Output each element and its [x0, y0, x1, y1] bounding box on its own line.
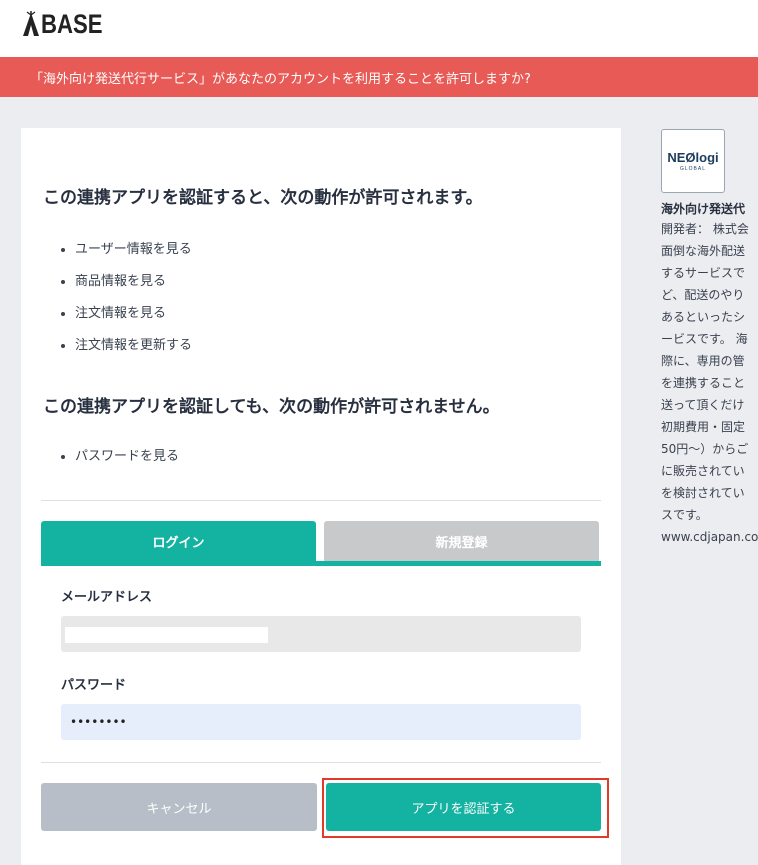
email-value-redacted	[65, 627, 268, 643]
app-logo-text: NEØlogi	[667, 150, 719, 165]
brand-name: BASE	[41, 8, 103, 39]
allowed-permissions-list: ユーザー情報を見る 商品情報を見る 注文情報を見る 注文情報を更新する	[60, 240, 192, 368]
divider	[41, 500, 601, 501]
denied-permissions-title: この連携アプリを認証しても、次の動作が許可されません。	[43, 397, 500, 417]
allowed-permissions-title: この連携アプリを認証すると、次の動作が許可されます。	[43, 188, 483, 208]
auth-tabs: ログイン 新規登録	[41, 521, 601, 566]
app-name: 海外向け発送代	[661, 202, 746, 216]
tab-login[interactable]: ログイン	[41, 521, 316, 561]
email-label: メールアドレス	[61, 590, 153, 605]
app-description-line: 面倒な海外配送	[661, 244, 746, 258]
authorization-banner: 「海外向け発送代行サービス」があなたのアカウントを利用することを許可しますか?	[0, 57, 758, 97]
app-logo: NEØlogi GLOBAL	[661, 129, 725, 193]
app-description-line: 初期費用・固定	[661, 420, 746, 434]
base-logo[interactable]: BASE	[22, 9, 116, 39]
tent-logo-icon	[23, 11, 39, 36]
app-description-line: スです。	[661, 508, 708, 522]
app-description-line: 送って頂くだけ	[661, 398, 745, 412]
permission-item: 注文情報を見る	[60, 304, 192, 336]
banner-text: 「海外向け発送代行サービス」があなたのアカウントを利用することを許可しますか?	[30, 71, 531, 87]
authorize-app-button[interactable]: アプリを認証する	[326, 783, 601, 831]
divider	[41, 762, 601, 763]
app-description-line: するサービスで	[661, 266, 746, 280]
app-website-link[interactable]: www.cdjapan.co	[661, 526, 758, 548]
app-info-panel: NEØlogi GLOBAL 海外向け発送代 開発者： 株式会 面倒な海外配送 …	[661, 129, 758, 544]
app-description-line: を連携すること	[661, 376, 746, 390]
app-description-line: を検討されてい	[661, 486, 745, 500]
app-description-line: 開発者： 株式会	[661, 222, 749, 236]
denied-permissions-list: パスワードを見る	[60, 447, 179, 479]
tab-register[interactable]: 新規登録	[324, 521, 599, 561]
permission-item: 注文情報を更新する	[60, 336, 192, 368]
permission-item: ユーザー情報を見る	[60, 240, 192, 272]
app-description-line: 際に、専用の管	[661, 354, 745, 368]
app-description-line: ービスです。 海	[661, 332, 748, 346]
password-field[interactable]: ••••••••	[61, 704, 581, 740]
app-description-line: 50円〜）からご	[661, 442, 749, 456]
app-description-line: あるといったシ	[661, 310, 746, 324]
header: BASE	[0, 0, 758, 57]
email-field[interactable]	[61, 616, 581, 652]
app-logo-subtext: GLOBAL	[679, 166, 706, 172]
app-description-line: に販売されてい	[661, 464, 745, 478]
cancel-button[interactable]: キャンセル	[41, 783, 317, 831]
app-details: 海外向け発送代 開発者： 株式会 面倒な海外配送 するサービスで ど、配送のやり…	[661, 200, 758, 548]
password-label: パスワード	[61, 678, 127, 693]
authorization-card: この連携アプリを認証すると、次の動作が許可されます。 ユーザー情報を見る 商品情…	[21, 128, 621, 865]
permission-item: 商品情報を見る	[60, 272, 192, 304]
app-description: 開発者： 株式会 面倒な海外配送 するサービスで ど、配送のやり あるといったシ…	[661, 218, 758, 548]
permission-item: パスワードを見る	[60, 447, 179, 479]
app-description-line: ど、配送のやり	[661, 288, 745, 302]
tab-underline	[41, 561, 601, 566]
